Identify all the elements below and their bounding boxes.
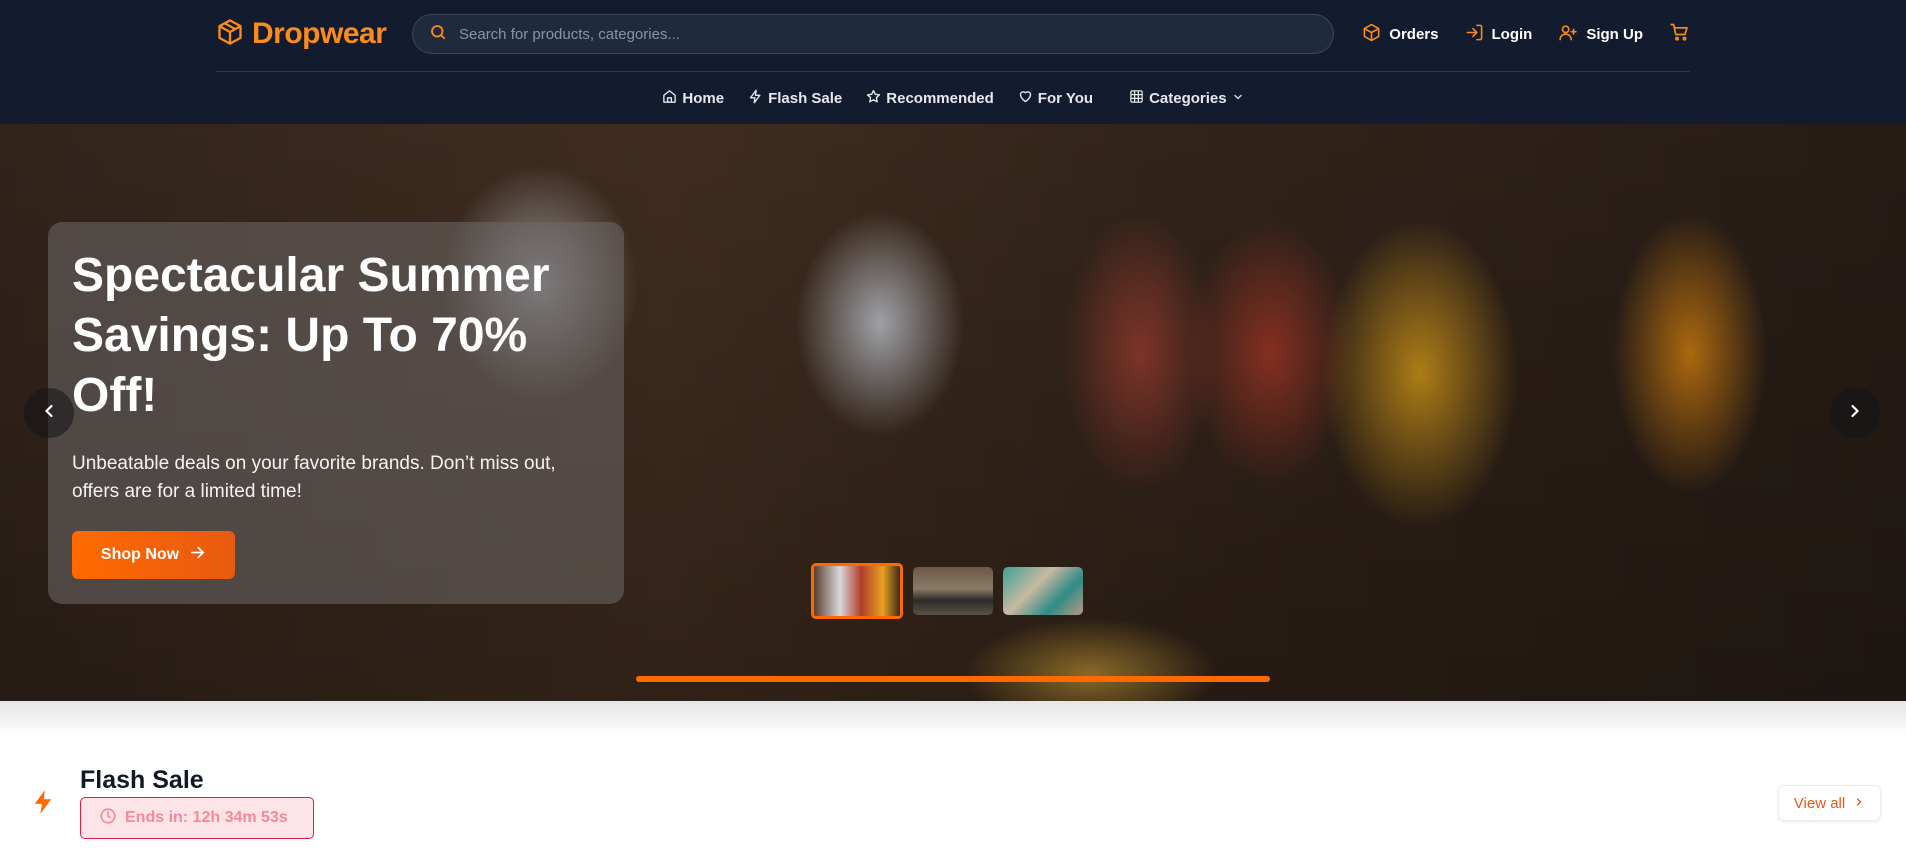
countdown-text: Ends in: 12h 34m 53s	[125, 809, 288, 826]
carousel-thumbnail-3[interactable]	[1003, 567, 1083, 615]
orders-link[interactable]: Orders	[1362, 23, 1439, 46]
chevron-down-icon	[1232, 90, 1244, 107]
carousel-next-button[interactable]	[1830, 388, 1880, 438]
nav-home-label: Home	[682, 89, 725, 107]
arrow-right-icon	[189, 544, 206, 566]
nav-recommended[interactable]: Recommended	[866, 89, 994, 108]
login-link[interactable]: Login	[1465, 23, 1533, 46]
nav-for-you[interactable]: For You	[1018, 89, 1093, 108]
chevron-right-small-icon	[1853, 795, 1865, 812]
nav-for-you-label: For You	[1037, 89, 1094, 107]
nav-categories-dropdown[interactable]: Categories	[1129, 89, 1244, 108]
search-bar[interactable]	[412, 14, 1334, 54]
clock-icon	[99, 807, 117, 830]
section-separator	[0, 701, 1906, 737]
hero-title: Spectacular Summer Savings: Up To 70% Of…	[72, 249, 550, 422]
carousel-prev-button[interactable]	[24, 388, 74, 438]
nav-recommended-label: Recommended	[886, 89, 994, 107]
site-header: Dropwear Orders Login	[0, 0, 1906, 124]
header-actions: Orders Login Sign Up	[1336, 14, 1690, 54]
star-icon	[866, 89, 881, 108]
flash-sale-title: Flash Sale	[80, 766, 204, 794]
nav-flash-sale[interactable]: Flash Sale	[748, 89, 842, 108]
signup-label: Sign Up	[1586, 25, 1643, 43]
search-icon	[429, 23, 447, 46]
bolt-icon	[748, 89, 763, 108]
nav-categories-label: Categories	[1149, 89, 1227, 107]
main-nav: Home Flash Sale Recommended For You Cate…	[0, 86, 1906, 110]
flash-sale-bolt-icon	[32, 789, 54, 820]
shop-now-label: Shop Now	[100, 546, 180, 563]
orders-label: Orders	[1389, 25, 1439, 43]
user-plus-icon	[1558, 23, 1578, 46]
shop-now-button[interactable]: Shop Now	[72, 531, 235, 579]
carousel-progress-bar	[636, 676, 1270, 682]
login-label: Login	[1491, 25, 1533, 43]
carousel-thumbnail-2[interactable]	[913, 567, 993, 615]
view-all-label: View all	[1793, 794, 1846, 812]
chevron-right-icon	[1845, 401, 1865, 426]
search-input[interactable]	[459, 25, 1279, 43]
carousel-thumbnail-1[interactable]	[811, 563, 903, 619]
box-icon	[1362, 23, 1381, 46]
login-icon	[1465, 23, 1484, 46]
brand-name: Dropwear	[252, 17, 387, 50]
brand-logo[interactable]: Dropwear	[216, 16, 387, 52]
nav-flash-sale-label: Flash Sale	[768, 89, 843, 107]
nav-home[interactable]: Home	[662, 89, 724, 108]
header-divider	[216, 71, 1690, 72]
header-top-row: Dropwear Orders Login	[216, 14, 1690, 54]
cart-button[interactable]	[1669, 22, 1690, 46]
carousel-thumbnails	[811, 563, 1083, 619]
chevron-left-icon	[39, 401, 59, 426]
grid-icon	[1129, 89, 1144, 108]
home-icon	[662, 89, 677, 108]
hero-subtitle: Unbeatable deals on your favorite brands…	[72, 453, 556, 502]
flash-sale-countdown: Ends in: 12h 34m 53s	[80, 797, 314, 839]
box-logo-icon	[216, 17, 244, 52]
cart-icon	[1669, 22, 1690, 46]
signup-link[interactable]: Sign Up	[1558, 23, 1643, 46]
view-all-button[interactable]: View all	[1778, 785, 1881, 821]
carousel-progress-fill	[636, 676, 1270, 682]
hero-promo-card: Spectacular Summer Savings: Up To 70% Of…	[48, 222, 624, 604]
heart-icon	[1018, 89, 1033, 108]
hero-carousel: Spectacular Summer Savings: Up To 70% Of…	[0, 124, 1906, 701]
